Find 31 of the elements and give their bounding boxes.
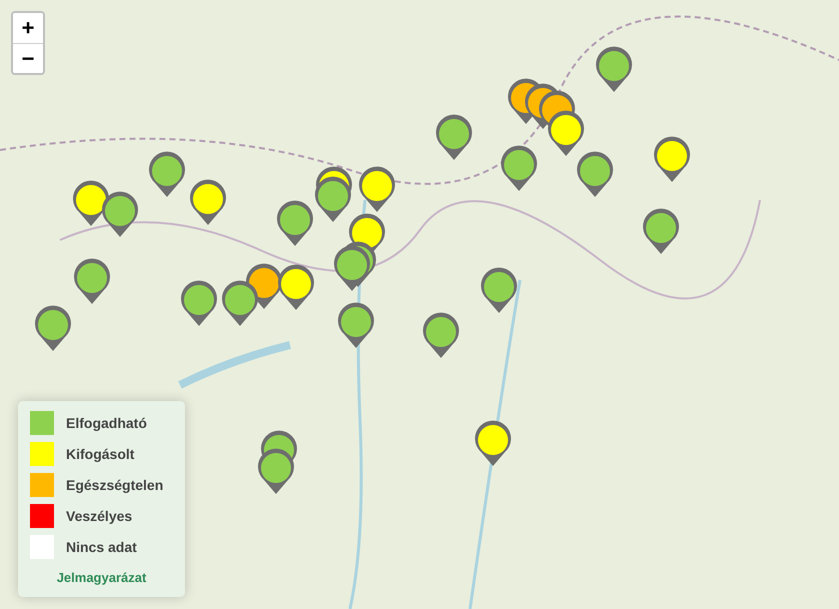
map-marker[interactable] <box>275 200 315 248</box>
map-marker[interactable] <box>179 280 219 328</box>
map-marker[interactable] <box>575 151 615 199</box>
map-marker[interactable] <box>72 258 112 306</box>
map-marker[interactable] <box>479 267 519 315</box>
map-marker[interactable] <box>276 264 316 312</box>
map-marker[interactable] <box>220 280 260 328</box>
map-marker[interactable] <box>33 305 73 353</box>
map-marker[interactable] <box>546 110 586 158</box>
map-marker[interactable] <box>434 114 474 162</box>
legend-label: Egészségtelen <box>66 477 164 493</box>
legend-label: Nincs adat <box>66 539 137 555</box>
map-marker[interactable] <box>652 136 692 184</box>
map-marker[interactable] <box>357 166 397 214</box>
map-marker[interactable] <box>313 176 353 224</box>
legend-label: Veszélyes <box>66 508 132 524</box>
map-marker[interactable] <box>256 448 296 496</box>
zoom-out-button[interactable]: − <box>13 43 43 73</box>
map-marker[interactable] <box>332 245 372 293</box>
legend-label: Kifogásolt <box>66 446 134 462</box>
map-marker[interactable] <box>188 179 228 227</box>
map-marker[interactable] <box>100 191 140 239</box>
map-marker[interactable] <box>499 145 539 193</box>
map-marker[interactable] <box>641 208 681 256</box>
map-marker[interactable] <box>336 302 376 350</box>
map-marker[interactable] <box>594 46 634 94</box>
legend-title: Jelmagyarázat <box>56 570 148 585</box>
legend-label: Elfogadható <box>66 415 147 431</box>
map-marker[interactable] <box>421 312 461 360</box>
map-marker[interactable] <box>147 151 187 199</box>
map-marker[interactable] <box>473 420 513 468</box>
